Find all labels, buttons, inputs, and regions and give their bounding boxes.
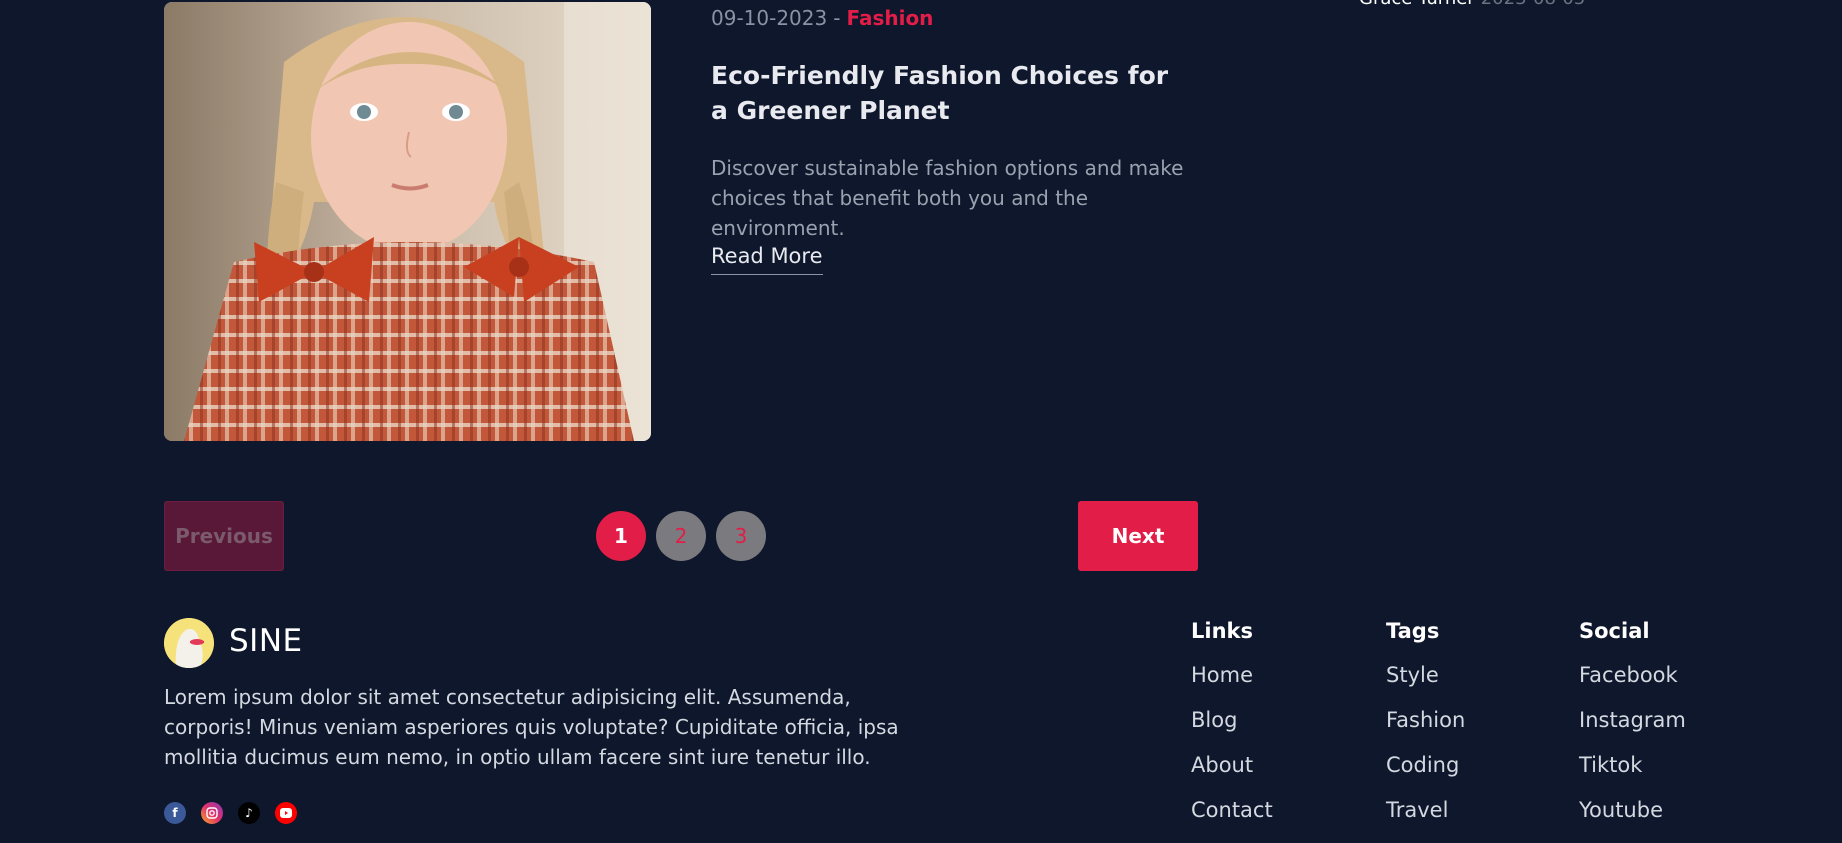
- footer-tag-fashion[interactable]: Fashion: [1386, 706, 1465, 734]
- post-meta: 09-10-2023- Fashion: [711, 6, 933, 30]
- previous-button[interactable]: Previous: [164, 501, 284, 571]
- footer-link-blog[interactable]: Blog: [1191, 706, 1273, 734]
- footer-social-youtube[interactable]: Youtube: [1579, 796, 1686, 824]
- footer-tag-coding[interactable]: Coding: [1386, 751, 1465, 779]
- post-category-link[interactable]: Fashion: [846, 6, 933, 30]
- instagram-icon[interactable]: [201, 802, 223, 824]
- next-button[interactable]: Next: [1078, 501, 1198, 571]
- post-date: 09-10-2023: [711, 6, 828, 30]
- post-meta-separator: -: [833, 6, 841, 30]
- recent-post-date: 2023-08-05: [1481, 0, 1586, 9]
- footer-social-instagram[interactable]: Instagram: [1579, 706, 1686, 734]
- footer-link-about[interactable]: About: [1191, 751, 1273, 779]
- footer-social-icons: f ♪: [164, 802, 297, 824]
- footer-description: Lorem ipsum dolor sit amet consectetur a…: [164, 685, 899, 769]
- post-image[interactable]: [164, 2, 651, 441]
- footer-column-title: Social: [1579, 619, 1650, 643]
- footer-social-facebook[interactable]: Facebook: [1579, 661, 1686, 689]
- sidebar-recent-post-meta[interactable]: Grace Turner 2023-08-05: [1359, 0, 1585, 9]
- footer-tags-column: Tags Style Fashion Coding Travel: [1386, 617, 1465, 841]
- youtube-icon[interactable]: [275, 802, 297, 824]
- read-more-link[interactable]: Read More: [711, 244, 823, 275]
- post-title[interactable]: Eco-Friendly Fashion Choices for a Green…: [711, 58, 1191, 128]
- post-excerpt: Discover sustainable fashion options and…: [711, 156, 1184, 240]
- footer-social-column: Social Facebook Instagram Tiktok Youtube: [1579, 617, 1686, 841]
- footer-tag-travel[interactable]: Travel: [1386, 796, 1465, 824]
- footer-links-column: Links Home Blog About Contact: [1191, 617, 1273, 841]
- footer-column-title: Tags: [1386, 619, 1440, 643]
- page: Grace Turner 2023-08-05: [0, 0, 1842, 843]
- footer-social-tiktok[interactable]: Tiktok: [1579, 751, 1686, 779]
- page-2-button[interactable]: 2: [656, 511, 706, 561]
- tiktok-icon[interactable]: ♪: [238, 802, 260, 824]
- llama-logo-icon: [164, 618, 214, 668]
- footer-tag-style[interactable]: Style: [1386, 661, 1465, 689]
- brand-logo[interactable]: [164, 618, 214, 668]
- footer-link-contact[interactable]: Contact: [1191, 796, 1273, 824]
- recent-post-author: Grace Turner: [1359, 0, 1475, 9]
- footer-link-home[interactable]: Home: [1191, 661, 1273, 689]
- facebook-icon[interactable]: f: [164, 802, 186, 824]
- brand-name[interactable]: SINE: [229, 623, 303, 659]
- post-photo: [164, 2, 651, 441]
- footer-column-title: Links: [1191, 619, 1253, 643]
- page-3-button[interactable]: 3: [716, 511, 766, 561]
- page-1-button[interactable]: 1: [596, 511, 646, 561]
